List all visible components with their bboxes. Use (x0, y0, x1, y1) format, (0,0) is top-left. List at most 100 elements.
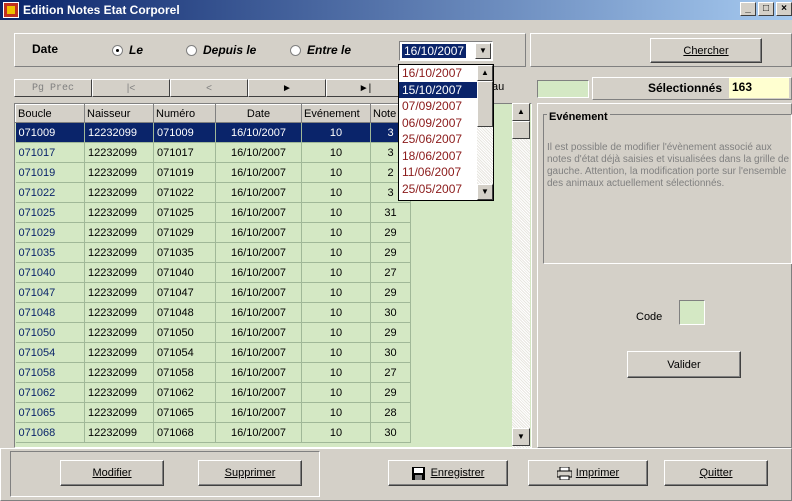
scroll-up-icon[interactable]: ▲ (477, 65, 493, 81)
table-row[interactable]: 071050 12232099 071050 16/10/2007 10 29 (15, 322, 411, 343)
grid-navigator: Pg Prec |< < ► ►| (14, 79, 464, 97)
table-cell: 071025 (15, 202, 85, 223)
scroll-thumb[interactable] (477, 81, 493, 127)
date-combo[interactable]: 16/10/2007 ▼ (399, 41, 493, 61)
table-row[interactable]: 071035 12232099 071035 16/10/2007 10 29 (15, 242, 411, 263)
table-cell: 071068 (153, 422, 216, 443)
table-row[interactable]: 071019 12232099 071019 16/10/2007 10 2 (15, 162, 411, 183)
last-record-icon[interactable]: ►| (326, 79, 404, 97)
col-date[interactable]: Date (215, 104, 302, 123)
maximize-button[interactable]: □ (758, 2, 774, 16)
table-cell: 071058 (15, 362, 85, 383)
table-row[interactable]: 071017 12232099 071017 16/10/2007 10 3 (15, 142, 411, 163)
table-cell: 10 (301, 222, 371, 243)
next-record-icon[interactable]: ► (248, 79, 326, 97)
table-cell: 10 (301, 282, 371, 303)
table-cell: 16/10/2007 (215, 162, 302, 183)
table-row[interactable]: 071054 12232099 071054 16/10/2007 10 30 (15, 342, 411, 363)
table-cell: 27 (370, 362, 411, 383)
table-cell: 071062 (15, 382, 85, 403)
goto-input[interactable] (537, 80, 589, 98)
table-cell: 10 (301, 262, 371, 283)
prev-page-button[interactable]: Pg Prec (14, 79, 92, 97)
col-boucle[interactable]: Boucle (15, 104, 85, 123)
table-cell: 16/10/2007 (215, 142, 302, 163)
minimize-button[interactable]: _ (740, 2, 756, 16)
table-cell: 10 (301, 142, 371, 163)
chevron-down-icon[interactable]: ▼ (475, 43, 491, 59)
delete-button[interactable]: Supprimer (198, 460, 302, 486)
table-cell: 29 (370, 222, 411, 243)
save-button[interactable]: Enregistrer (388, 460, 508, 486)
table-cell: 10 (301, 322, 371, 343)
radio-depuis-le[interactable]: Depuis le (186, 43, 256, 57)
table-cell: 16/10/2007 (215, 242, 302, 263)
table-cell: 12232099 (84, 422, 154, 443)
table-cell: 16/10/2007 (215, 402, 302, 423)
table-cell: 071065 (15, 402, 85, 423)
print-button[interactable]: Imprimer (528, 460, 648, 486)
dropdown-scrollbar[interactable]: ▲ ▼ (477, 65, 493, 200)
col-numero[interactable]: Numéro (153, 104, 216, 123)
radio-le[interactable]: Le (112, 43, 143, 57)
table-cell: 071025 (153, 202, 216, 223)
date-combo-value: 16/10/2007 (402, 44, 467, 58)
scroll-up-icon[interactable]: ▲ (512, 103, 530, 121)
radio-dot (290, 44, 301, 56)
table-row[interactable]: 071025 12232099 071025 16/10/2007 10 31 (15, 202, 411, 223)
table-cell: 071022 (153, 182, 216, 203)
table-cell: 12232099 (84, 242, 154, 263)
table-row[interactable]: 071062 12232099 071062 16/10/2007 10 29 (15, 382, 411, 403)
radio-entre-le[interactable]: Entre le (290, 43, 351, 57)
table-cell: 16/10/2007 (215, 322, 302, 343)
validate-button[interactable]: Valider (627, 351, 741, 378)
radio-dot-checked (112, 44, 123, 56)
table-cell: 12232099 (84, 382, 154, 403)
table-row[interactable]: 071065 12232099 071065 16/10/2007 10 28 (15, 402, 411, 423)
search-button-label: Chercher (683, 44, 729, 57)
scroll-down-icon[interactable]: ▼ (512, 428, 530, 446)
table-row[interactable]: 071040 12232099 071040 16/10/2007 10 27 (15, 262, 411, 283)
col-evenement[interactable]: Evénement (301, 104, 371, 123)
table-row[interactable]: 071068 12232099 071068 16/10/2007 10 30 (15, 422, 411, 443)
table-cell: 12232099 (84, 342, 154, 363)
floppy-disk-icon (411, 466, 425, 480)
close-button[interactable]: × (776, 2, 792, 16)
table-cell: 071047 (153, 282, 216, 303)
quit-button[interactable]: Quitter (664, 460, 768, 486)
grid-scrollbar[interactable]: ▲ ▼ (512, 103, 530, 448)
table-cell: 10 (301, 182, 371, 203)
scroll-down-icon[interactable]: ▼ (477, 184, 493, 200)
table-row[interactable]: 071058 12232099 071058 16/10/2007 10 27 (15, 362, 411, 383)
table-cell: 10 (301, 162, 371, 183)
first-record-icon[interactable]: |< (92, 79, 170, 97)
table-cell: 071054 (153, 342, 216, 363)
table-cell: 12232099 (84, 402, 154, 423)
table-cell: 071040 (15, 262, 85, 283)
modify-button[interactable]: Modifier (60, 460, 164, 486)
col-naisseur[interactable]: Naisseur (84, 104, 154, 123)
table-cell: 071058 (153, 362, 216, 383)
table-row[interactable]: 071048 12232099 071048 16/10/2007 10 30 (15, 302, 411, 323)
table-cell: 10 (301, 302, 371, 323)
table-cell: 29 (370, 322, 411, 343)
table-cell: 16/10/2007 (215, 382, 302, 403)
table-cell: 071048 (15, 302, 85, 323)
prev-record-icon[interactable]: < (170, 79, 248, 97)
table-cell: 30 (370, 342, 411, 363)
table-cell: 071029 (15, 222, 85, 243)
table-cell: 10 (301, 242, 371, 263)
table-cell: 12232099 (84, 142, 154, 163)
table-row[interactable]: 071009 12232099 071009 16/10/2007 10 3 (15, 122, 411, 143)
table-cell: 10 (301, 402, 371, 423)
table-row[interactable]: 071047 12232099 071047 16/10/2007 10 29 (15, 282, 411, 303)
table-row[interactable]: 071029 12232099 071029 16/10/2007 10 29 (15, 222, 411, 243)
validate-button-label: Valider (667, 358, 701, 371)
table-cell: 10 (301, 202, 371, 223)
date-dropdown-list[interactable]: 16/10/2007 15/10/2007 07/09/2007 06/09/2007… (398, 64, 494, 201)
save-button-label: Enregistrer (430, 467, 485, 479)
table-row[interactable]: 071022 12232099 071022 16/10/2007 10 3 (15, 182, 411, 203)
search-button[interactable]: Chercher (650, 38, 762, 63)
code-input[interactable] (679, 300, 705, 325)
scroll-thumb[interactable] (512, 121, 530, 139)
